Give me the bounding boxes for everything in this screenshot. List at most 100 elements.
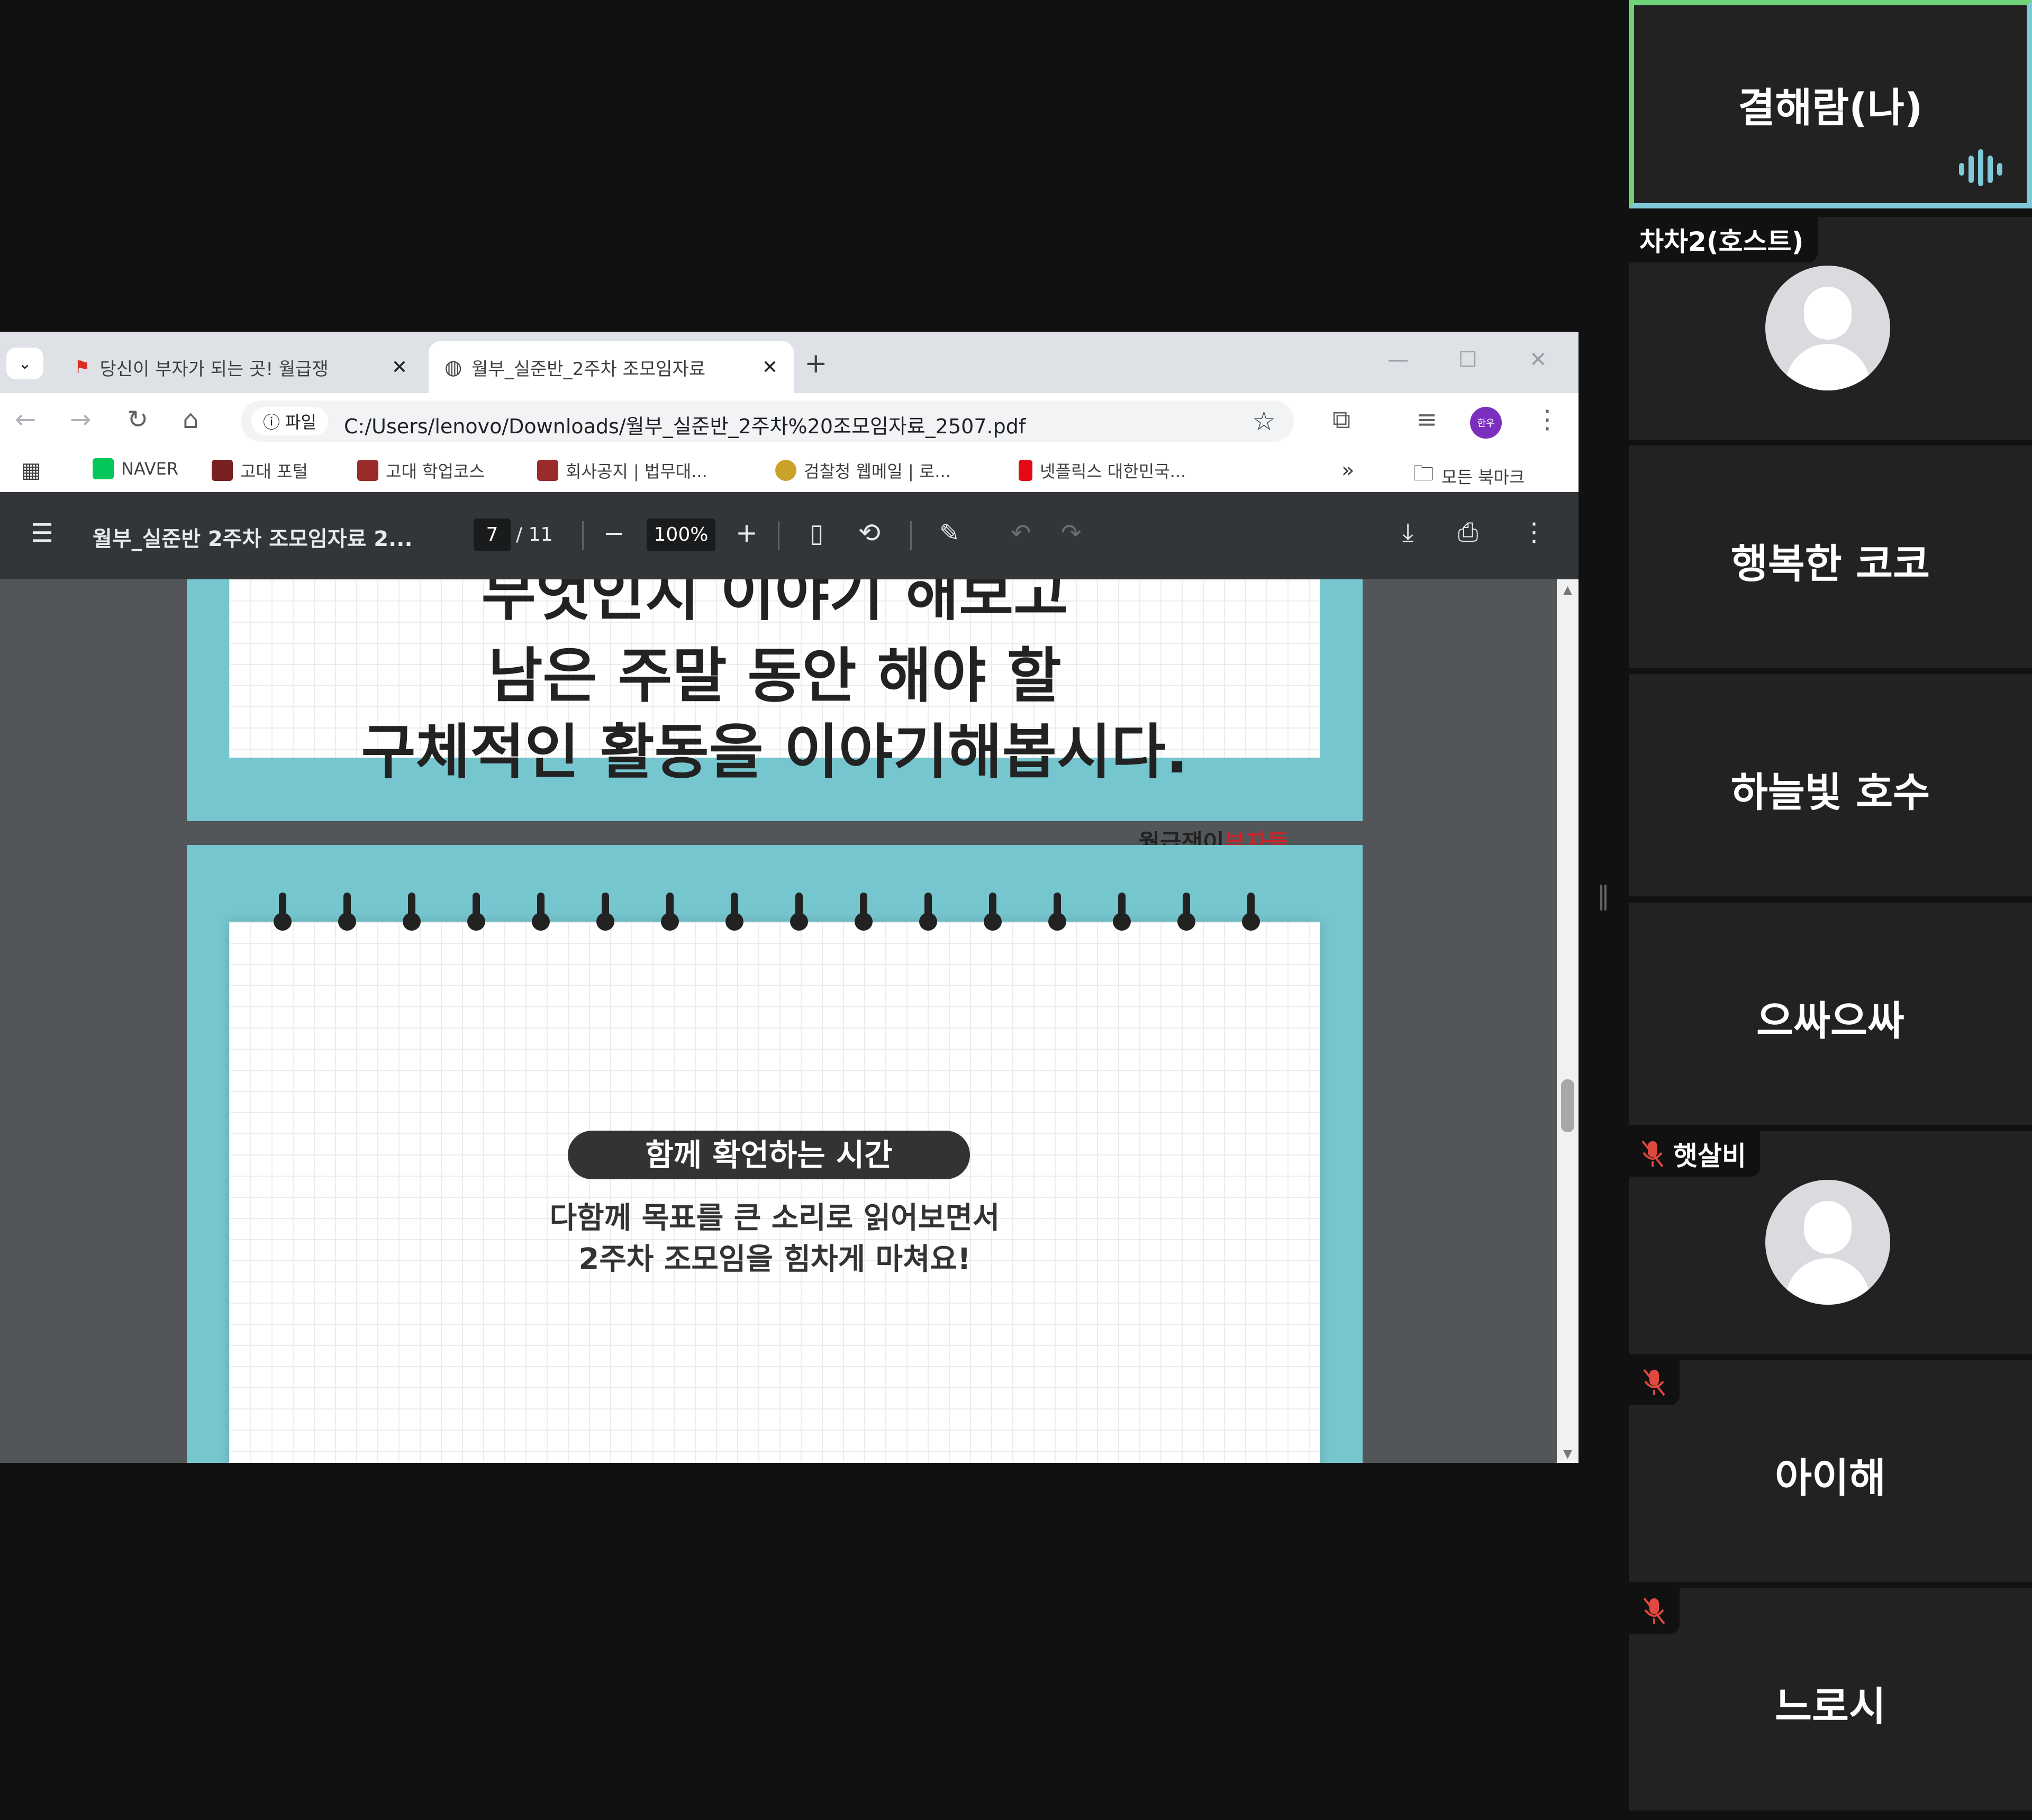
shield-icon	[357, 460, 378, 481]
close-window-button[interactable]: ✕	[1529, 348, 1547, 372]
reload-button[interactable]: ↻	[127, 405, 148, 434]
spiral-ring	[661, 893, 679, 931]
page-total: / 11	[516, 524, 553, 545]
shield-icon	[537, 460, 558, 481]
playlist-icon: ≡	[1416, 405, 1438, 434]
spiral-ring	[338, 893, 356, 931]
pdf-scrollbar[interactable]: ▲ ▼	[1557, 579, 1579, 1463]
extensions-button[interactable]: ⧉	[1332, 405, 1350, 435]
bookmark-label: 고대 학업코스	[386, 461, 485, 481]
toolbar-separator	[778, 521, 779, 550]
panel-resize-handle[interactable]: ‖	[1597, 881, 1611, 918]
shared-screen: ⌄ ⚑ 당신이 부자가 되는 곳! 월급쟁 ✕ ◍ 월부_실준반_2주차 조모임…	[0, 332, 1579, 1463]
bookmark-korea-univ-course[interactable]: 고대 학업코스	[357, 458, 485, 483]
participant-tile[interactable]: 으싸으싸	[1629, 903, 2032, 1125]
participant-name-tag: 차차2(호스트)	[1629, 217, 1818, 262]
zoom-level-input[interactable]: 100%	[647, 518, 715, 551]
tab-search-button[interactable]: ⌄	[6, 348, 43, 379]
page-number-input[interactable]: 7	[474, 518, 511, 551]
folder-icon: 🗀	[1413, 461, 1434, 486]
participant-tile-muted[interactable]: 햇살비	[1629, 1131, 2032, 1354]
annotate-button[interactable]: ✎	[939, 518, 960, 547]
maximize-button[interactable]: ☐	[1458, 348, 1477, 372]
print-button[interactable]: ⎙	[1458, 517, 1478, 548]
browser-tab-strip: ⌄ ⚑ 당신이 부자가 되는 곳! 월급쟁 ✕ ◍ 월부_실준반_2주차 조모임…	[0, 332, 1579, 393]
pdf-more-button[interactable]: ⋮	[1521, 517, 1547, 547]
tab-close-icon[interactable]: ✕	[392, 357, 407, 378]
participant-tile-host[interactable]: 차차2(호스트)	[1629, 217, 2032, 440]
forward-button[interactable]: →	[70, 405, 91, 434]
address-bar[interactable]: ⓘ 파일 C:/Users/lenovo/Downloads/월부_실준반_2주…	[241, 401, 1294, 442]
scroll-down-arrow-icon[interactable]: ▼	[1563, 1448, 1572, 1461]
bookmark-prosecution-mail[interactable]: 검찰청 웹메일 | 로...	[775, 458, 951, 483]
tab-label: 월부_실준반_2주차 조모임자료	[471, 358, 705, 380]
tab-pdf-active[interactable]: ◍ 월부_실준반_2주차 조모임자료 ✕	[429, 341, 794, 393]
mic-off-icon	[1641, 1140, 1664, 1168]
spiral-ring	[725, 893, 743, 931]
mic-off-icon	[1643, 1597, 1665, 1625]
bookmark-company-notice[interactable]: 회사공지 | 법무대...	[537, 458, 707, 483]
tab-close-icon[interactable]: ✕	[762, 357, 778, 378]
tab-wolbu-home[interactable]: ⚑ 당신이 부자가 되는 곳! 월급쟁 ✕	[58, 341, 423, 393]
bookmark-label: 모든 북마크	[1441, 467, 1525, 487]
apps-button[interactable]: ▦	[21, 458, 41, 483]
profile-avatar[interactable]: 한우	[1470, 407, 1502, 439]
flag-favicon-icon: ⚑	[74, 357, 90, 378]
participant-name: 아이해	[1775, 1454, 1886, 1502]
zoom-in-button[interactable]: +	[736, 517, 758, 548]
audio-level-icon	[1959, 149, 2002, 186]
site-info-chip[interactable]: ⓘ 파일	[251, 407, 328, 435]
netflix-icon	[1019, 460, 1032, 481]
bookmark-star-button[interactable]: ☆	[1252, 406, 1276, 436]
download-icon: ⤓	[1402, 517, 1414, 547]
participant-tile-self[interactable]: 결해람(나)	[1629, 0, 2032, 208]
default-avatar-icon	[1765, 266, 1890, 390]
fit-page-button[interactable]: ▯	[810, 518, 823, 548]
participant-tile-muted[interactable]: 느로시	[1629, 1588, 2032, 1810]
redo-button[interactable]: ↷	[1061, 518, 1082, 547]
pdf-sidebar-toggle[interactable]: ☰	[31, 518, 53, 548]
participant-name-tag: 햇살비	[1629, 1131, 1760, 1177]
zoom-out-button[interactable]: −	[603, 518, 624, 548]
redo-icon: ↷	[1061, 518, 1082, 547]
participant-tile-muted[interactable]: 아이해	[1629, 1360, 2032, 1582]
new-tab-button[interactable]: +	[804, 348, 828, 379]
spiral-ring	[403, 893, 421, 931]
spiral-ring	[1048, 893, 1066, 931]
more-bookmarks-button[interactable]: »	[1341, 458, 1354, 483]
bookmark-netflix[interactable]: 넷플릭스 대한민국...	[1019, 458, 1186, 483]
browser-toolbar: ← → ↻ ⌂ ⓘ 파일 C:/Users/lenovo/Downloads/월…	[0, 393, 1579, 449]
download-button[interactable]: ⤓	[1402, 517, 1413, 548]
participant-name: 느로시	[1775, 1683, 1886, 1730]
rotate-icon: ⟲	[858, 517, 881, 548]
mic-off-icon	[1643, 1369, 1665, 1396]
bookmark-label: NAVER	[121, 459, 179, 479]
participant-tile[interactable]: 하늘빛 호수	[1629, 674, 2032, 896]
all-bookmarks-folder[interactable]: 🗀 모든 북마크	[1413, 458, 1525, 494]
pdf-viewport[interactable]: 무엇인지 이야기 해보고 남은 주말 동안 해야 할 구체적인 활동을 이야기해…	[0, 579, 1579, 1463]
reading-list-button[interactable]: ≡	[1416, 405, 1437, 434]
scrollbar-thumb[interactable]	[1561, 1079, 1574, 1132]
home-button[interactable]: ⌂	[183, 405, 198, 434]
rotate-button[interactable]: ⟲	[858, 517, 881, 548]
participant-name: 결해람(나)	[1738, 84, 1923, 131]
scroll-up-arrow-icon[interactable]: ▲	[1563, 584, 1572, 597]
site-info-label: 파일	[285, 412, 316, 432]
bookmark-naver[interactable]: NAVER	[93, 458, 178, 479]
undo-button[interactable]: ↶	[1011, 518, 1031, 547]
back-button[interactable]: ←	[15, 405, 36, 434]
browser-menu-button[interactable]: ⋮	[1535, 405, 1560, 434]
participant-name: 햇살비	[1673, 1141, 1746, 1171]
minimize-button[interactable]: —	[1387, 348, 1409, 372]
participant-name: 으싸으싸	[1756, 997, 1904, 1044]
slide-subtext: 다함께 목표를 큰 소리로 읽어보면서	[549, 1201, 1000, 1235]
bookmark-label: 회사공지 | 법무대...	[566, 461, 707, 481]
mic-off-badge	[1629, 1360, 1680, 1405]
spiral-ring	[467, 893, 485, 931]
spiral-ring	[596, 893, 614, 931]
participant-name: 행복한 코코	[1730, 540, 1930, 587]
plus-icon: +	[804, 348, 828, 379]
bookmark-korea-univ-portal[interactable]: 고대 포털	[212, 458, 308, 483]
participant-tile[interactable]: 행복한 코코	[1629, 445, 2032, 668]
naver-icon	[93, 458, 114, 479]
